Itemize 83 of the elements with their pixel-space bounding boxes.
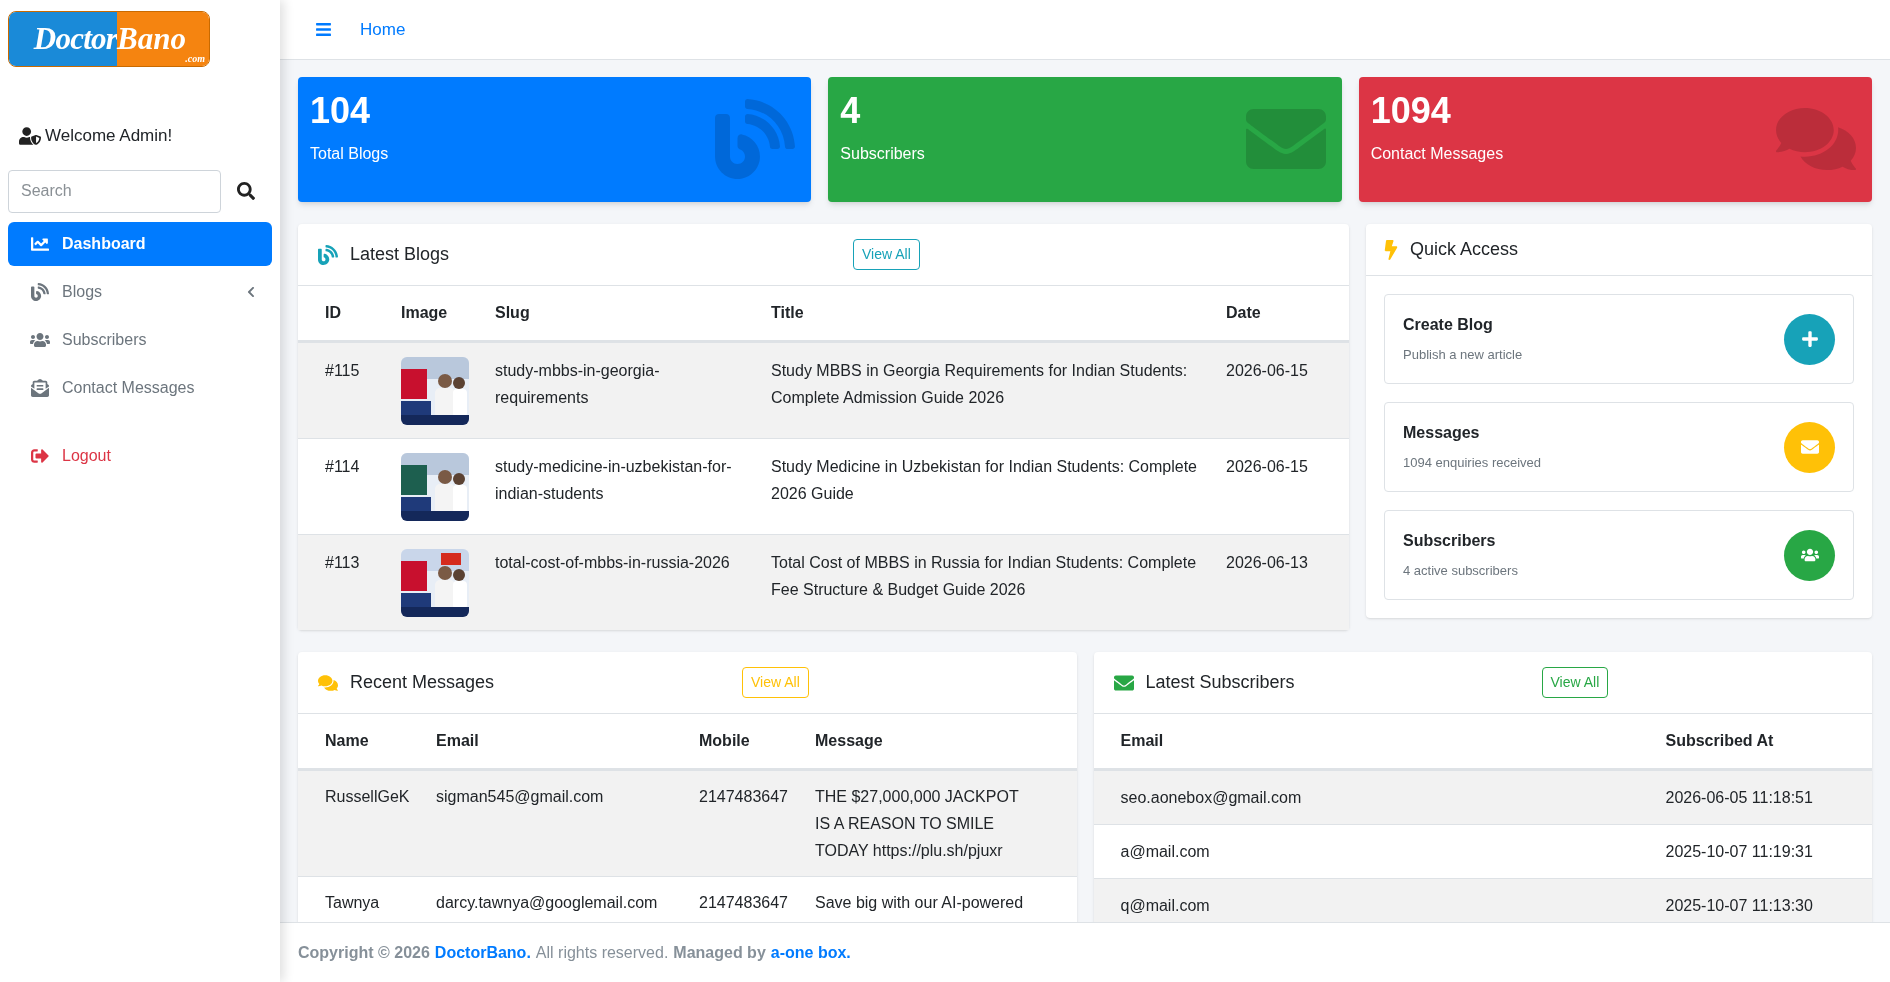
- table-cell-text: THE $27,000,000 JACKPOT IS A REASON TO SMILE TODAY https://plu.sh/pjuxr: [815, 787, 1020, 861]
- table-cell-text: 2026-06-15: [1226, 457, 1309, 477]
- users-icon: [1800, 546, 1819, 564]
- column-header: Message: [815, 731, 884, 751]
- table-cell-text: RussellGeK: [325, 787, 411, 807]
- bolt-icon: [1384, 239, 1398, 260]
- home-link[interactable]: Home: [360, 16, 406, 43]
- column-header: Image: [401, 303, 449, 323]
- stat-label: Subscribers: [840, 144, 926, 165]
- table-cell-text: 2026-06-15: [1226, 361, 1309, 381]
- footer-link[interactable]: DoctorBano.: [434, 940, 531, 965]
- item-title: Subscribers: [1403, 531, 1497, 552]
- table-cell-text: sigman545@gmail.com: [436, 787, 605, 807]
- table-cell-text: study-mbbs-in-georgia-requirements: [495, 361, 661, 408]
- users-icon: [30, 330, 50, 349]
- stat-label: Contact Messages: [1370, 144, 1505, 165]
- table-cell-text: Total Cost of MBBS in Russia for Indian Students: Complete Fee Structure & Budget Guide 2026: [771, 553, 1198, 600]
- column-header: Mobile: [699, 731, 751, 751]
- table-cell-text: #113: [325, 553, 361, 573]
- table-cell-text: study-medicine-in-uzbekistan-for-indian-students: [495, 457, 733, 504]
- view-all-button[interactable]: View All: [1541, 667, 1609, 698]
- nav-item[interactable]: Logout: [8, 433, 272, 478]
- column-header: Email: [1120, 731, 1165, 751]
- welcome-text: Welcome Admin!: [45, 125, 173, 147]
- nav-item[interactable]: Subscribers: [8, 317, 272, 362]
- table-cell-text: 2025-10-07 11:19:31: [1665, 841, 1814, 862]
- card-title: Latest Blogs: [350, 243, 450, 266]
- user-shield-icon: [19, 126, 41, 145]
- table-cell-text: Study Medicine in Uzbekistan for Indian Students: Complete 2026 Guide: [771, 457, 1198, 504]
- stat-value: 1094: [1370, 89, 1451, 133]
- column-header: Slug: [495, 303, 531, 323]
- search-icon[interactable]: [237, 182, 255, 200]
- nav-item[interactable]: Dashboard: [8, 221, 272, 266]
- column-header: Date: [1226, 303, 1262, 323]
- table-cell-text: total-cost-of-mbbs-in-russia-2026: [495, 553, 731, 573]
- quick-access-item[interactable]: Create Blog Publish a new article: [1384, 294, 1854, 384]
- table-cell-text: 2147483647: [699, 893, 789, 913]
- stat-value: 4: [840, 89, 861, 133]
- nav-item[interactable]: Blogs: [8, 269, 272, 314]
- item-subtitle: Publish a new article: [1403, 346, 1524, 365]
- blog-icon: [30, 282, 50, 301]
- column-header: Subscribed At: [1665, 731, 1775, 751]
- quick-access-item[interactable]: Subscribers 4 active subscribers: [1384, 510, 1854, 600]
- item-subtitle: 4 active subscribers: [1403, 562, 1519, 581]
- footer-text: Copyright © 2026 DoctorBano. All rights reserved. Managed by a-one box.: [298, 940, 851, 965]
- card-title: Recent Messages: [350, 671, 495, 694]
- card-title: Quick Access: [1410, 238, 1519, 261]
- table-cell-text: 2026-06-05 11:18:51: [1665, 787, 1814, 808]
- card-title: Latest Subscribers: [1145, 671, 1295, 694]
- stat-label: Total Blogs: [310, 144, 390, 165]
- item-title: Create Blog: [1403, 315, 1494, 336]
- envelope-icon: [30, 378, 50, 397]
- table-cell-text: Tawnya: [325, 893, 381, 913]
- logo[interactable]: DoctorBano .com: [8, 11, 210, 67]
- table-cell-text: q@mail.com: [1120, 895, 1211, 916]
- chart-icon: [30, 234, 50, 253]
- table-cell-text: 2025-10-07 11:13:30: [1665, 895, 1814, 916]
- column-header: Title: [771, 303, 805, 323]
- table-cell-text: #115: [325, 361, 361, 381]
- item-title: Messages: [1403, 423, 1481, 444]
- footer-link[interactable]: a-one box.: [770, 940, 851, 965]
- column-header: ID: [325, 303, 342, 323]
- item-subtitle: 1094 enquiries received: [1403, 454, 1543, 473]
- quick-access-item[interactable]: Messages 1094 enquiries received: [1384, 402, 1854, 492]
- table-cell-text: seo.aonebox@gmail.com: [1120, 787, 1303, 808]
- search-field[interactable]: Search: [8, 169, 221, 213]
- table-cell-text: 2147483647: [699, 787, 789, 807]
- column-header: Email: [436, 731, 480, 751]
- exit-icon: [30, 446, 50, 465]
- stat-value: 104: [310, 89, 371, 133]
- table-cell-text: a@mail.com: [1120, 841, 1211, 862]
- blog-icon: [715, 99, 796, 179]
- table-cell-text: darcy.tawnya@googlemail.com: [436, 893, 659, 913]
- menu-icon[interactable]: [315, 21, 332, 38]
- table-cell-text: #114: [325, 457, 361, 477]
- view-all-button[interactable]: View All: [853, 239, 920, 270]
- table-cell-text: Save big with our AI-powered: [815, 893, 1025, 913]
- table-cell-text: Study MBBS in Georgia Requirements for Indian Students: Complete Admission Guide 2026: [771, 361, 1189, 408]
- envelope-icon: [1800, 438, 1819, 456]
- plus-icon: [1800, 330, 1819, 348]
- nav-item[interactable]: Contact Messages: [8, 365, 272, 410]
- table-cell-text: 2026-06-13: [1226, 553, 1309, 573]
- column-header: Name: [325, 731, 370, 751]
